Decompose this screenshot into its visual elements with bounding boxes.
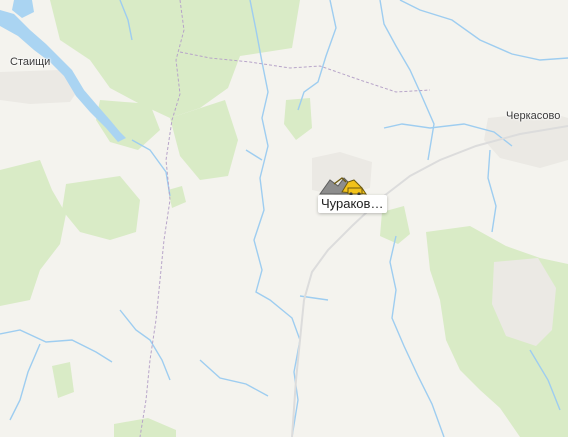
map-canvas[interactable]: Стаищи Черкасово Чураков… <box>0 0 568 437</box>
quarry-icon <box>319 177 367 196</box>
place-label-cherkasovo[interactable]: Черкасово <box>506 110 560 122</box>
poi-marker[interactable] <box>318 172 368 196</box>
map-base-layer <box>0 0 568 437</box>
place-label-staitsi[interactable]: Стаищи <box>10 56 50 68</box>
poi-label[interactable]: Чураков… <box>318 195 388 213</box>
